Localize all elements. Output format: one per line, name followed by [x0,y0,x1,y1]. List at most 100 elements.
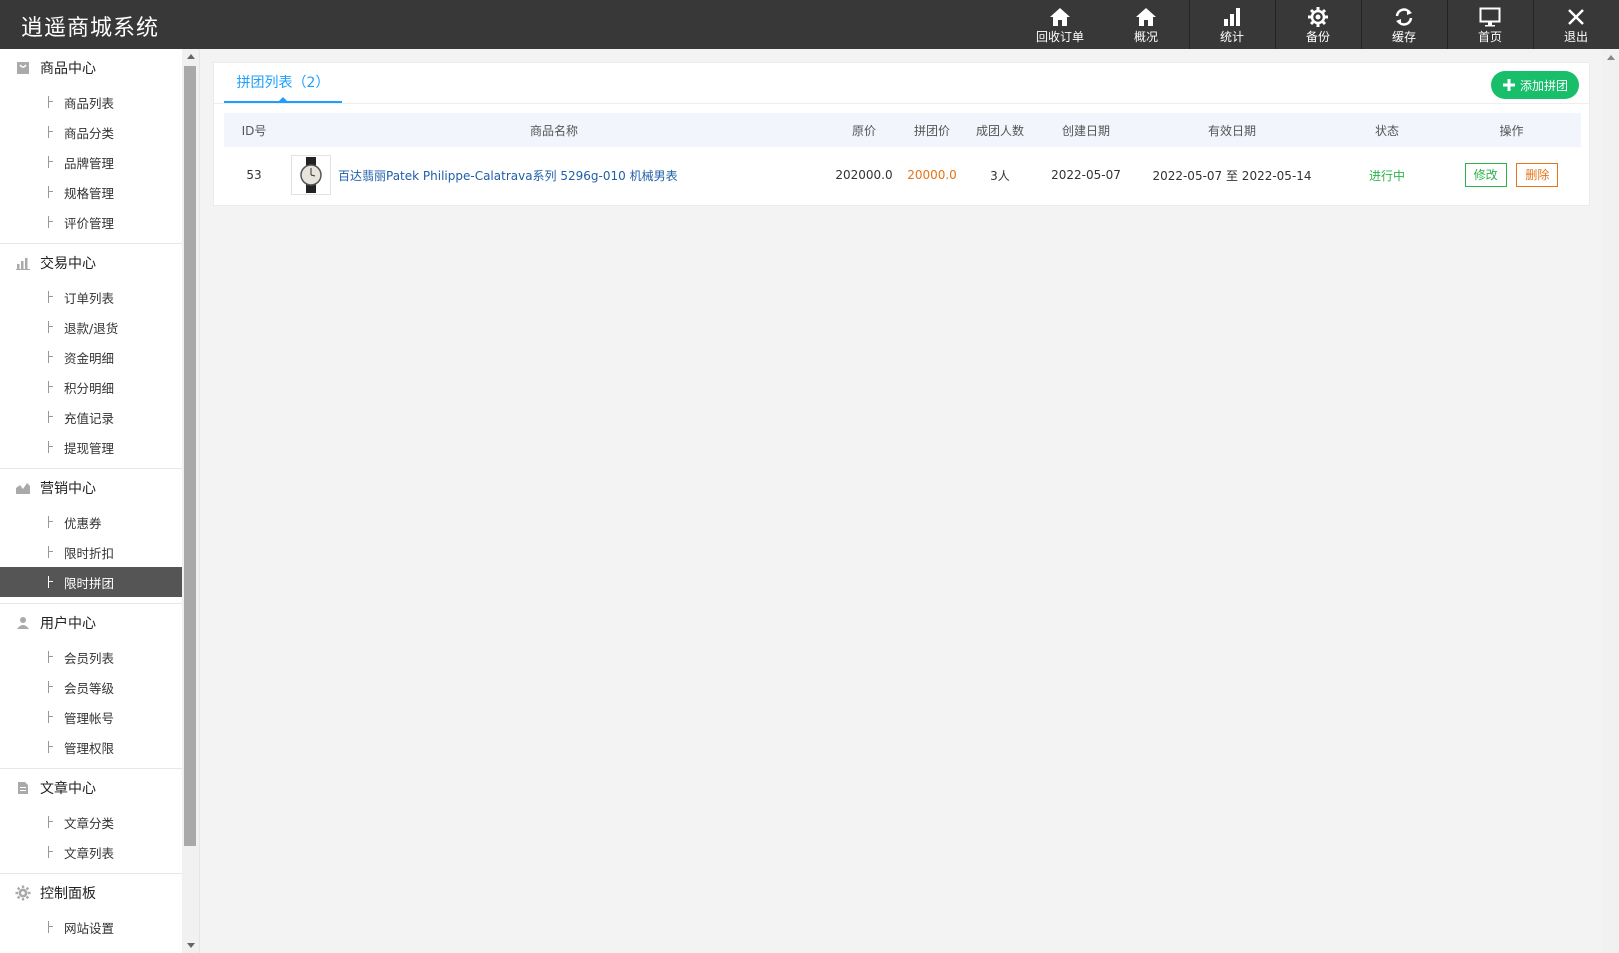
monitor-icon [1477,6,1503,28]
sidebar-item-label: 管理帐号 [64,710,115,726]
group-buy-table: ID号 商品名称 原价 拼团价 成团人数 创建日期 有效日期 状态 操作 53 [224,113,1581,203]
app-title: 逍遥商城系统 [21,16,160,41]
nav-logout[interactable]: 退出 [1533,0,1619,49]
col-created-date: 创建日期 [1061,123,1110,138]
sidebar-group-goods: 商品中心 商品列表 商品分类 品牌管理 规格管理 评价管理 [0,49,182,244]
page-scrollbar[interactable] [1602,49,1619,953]
user-icon [14,614,32,632]
gear-icon [1305,6,1331,28]
home-icon [1047,6,1073,28]
nav-overview[interactable]: 概况 [1103,0,1189,49]
sidebar-item-points[interactable]: 积分明细 [0,372,182,402]
nav-label: 统计 [1219,29,1244,44]
col-group-price: 拼团价 [913,123,950,138]
sidebar-item-admin-accounts[interactable]: 管理帐号 [0,702,182,732]
sidebar-item-article-category[interactable]: 文章分类 [0,807,182,837]
sidebar-item-label: 积分明细 [64,380,115,396]
sidebar-item-label: 商品列表 [64,95,115,111]
sidebar-item-members[interactable]: 会员列表 [0,642,182,672]
sidebar-item-label: 资金明细 [64,350,115,366]
nav-label: 回收订单 [1035,29,1084,44]
sidebar-item-recharge[interactable]: 充值记录 [0,402,182,432]
sidebar-item-goods-category[interactable]: 商品分类 [0,117,182,147]
nav-statistics[interactable]: 统计 [1189,0,1275,49]
sidebar-item-article-list[interactable]: 文章列表 [0,837,182,867]
group-title-text: 控制面板 [40,886,96,902]
group-title-text: 交易中心 [40,256,96,272]
sidebar-item-label: 文章列表 [64,845,115,861]
nav-cache[interactable]: 缓存 [1361,0,1447,49]
sidebar-item-label: 订单列表 [64,290,115,306]
nav-label: 概况 [1133,29,1158,44]
group-title-text: 用户中心 [40,616,96,632]
sidebar-item-coupon[interactable]: 优惠券 [0,507,182,537]
top-header: 逍遥商城系统 回收订单 概况 统计 备份 缓存 首页 退出 [0,0,1619,49]
cell-valid-date: 2022-05-07 至 2022-05-14 [1152,168,1312,183]
group-title-text: 商品中心 [40,61,96,77]
sidebar-item-funds[interactable]: 资金明细 [0,342,182,372]
sidebar-item-label: 限时拼团 [64,575,115,591]
sidebar-item-group-buy[interactable]: 限时拼团 [0,567,182,597]
sidebar-group-users: 用户中心 会员列表 会员等级 管理帐号 管理权限 [0,604,182,769]
add-group-buy-button[interactable]: 添加拼团 [1491,71,1579,99]
sidebar-group-title[interactable]: 控制面板 [0,874,182,912]
sidebar-group-title[interactable]: 文章中心 [0,769,182,807]
sidebar-item-label: 评价管理 [64,215,115,231]
sidebar-item-member-levels[interactable]: 会员等级 [0,672,182,702]
cell-thumbnail [284,147,338,203]
cell-original-price: 202000.0 [835,168,893,182]
sidebar-item-label: 会员列表 [64,650,115,666]
col-status: 状态 [1374,123,1399,138]
sidebar: 商品中心 商品列表 商品分类 品牌管理 规格管理 评价管理 交易中心 订单列表 … [0,49,200,953]
sidebar-item-label: 会员等级 [64,680,115,696]
sidebar-item-label: 商品分类 [64,125,115,141]
close-icon [1563,6,1589,28]
sidebar-item-brand[interactable]: 品牌管理 [0,147,182,177]
main-content: 拼团列表（2） 添加拼团 ID号 商品名称 原价 拼团价 成团人数 创建日期 有… [200,49,1619,953]
sidebar-item-site-settings[interactable]: 网站设置 [0,912,182,942]
nav-recycle-orders[interactable]: 回收订单 [1017,0,1103,49]
sidebar-group-title[interactable]: 用户中心 [0,604,182,642]
gear-icon [14,884,32,902]
scroll-up-arrow-icon[interactable] [187,54,195,59]
sidebar-group-control: 控制面板 网站设置 [0,874,182,948]
scroll-down-arrow-icon[interactable] [187,943,195,948]
sidebar-item-withdraw[interactable]: 提现管理 [0,432,182,462]
sidebar-item-spec[interactable]: 规格管理 [0,177,182,207]
product-thumbnail[interactable] [291,155,331,195]
sidebar-item-review[interactable]: 评价管理 [0,207,182,237]
sidebar-item-orders[interactable]: 订单列表 [0,282,182,312]
sidebar-menu: 商品中心 商品列表 商品分类 品牌管理 规格管理 评价管理 交易中心 订单列表 … [0,49,182,948]
sidebar-item-label: 提现管理 [64,440,115,456]
sidebar-item-label: 网站设置 [64,920,115,936]
group-title-text: 文章中心 [40,781,96,797]
cell-id: 53 [246,168,262,182]
sidebar-group-title[interactable]: 交易中心 [0,244,182,282]
cell-group-price: 20000.0 [907,168,957,182]
cell-product-name[interactable]: 百达翡丽Patek Philippe-Calatrava系列 5296g-010… [338,147,824,203]
group-title-text: 营销中心 [40,481,96,497]
nav-home[interactable]: 首页 [1447,0,1533,49]
sidebar-item-refunds[interactable]: 退款/退货 [0,312,182,342]
group-buy-panel: 拼团列表（2） 添加拼团 ID号 商品名称 原价 拼团价 成团人数 创建日期 有… [213,62,1591,206]
col-actions: 操作 [1499,123,1524,138]
cell-group-size: 3人 [990,168,1010,183]
col-product-name: 商品名称 [529,123,578,138]
nav-backup[interactable]: 备份 [1275,0,1361,49]
edit-button[interactable]: 修改 [1464,163,1507,187]
sidebar-group-title[interactable]: 营销中心 [0,469,182,507]
sidebar-item-flash-discount[interactable]: 限时折扣 [0,537,182,567]
sidebar-scroll-thumb[interactable] [184,66,196,846]
sidebar-group-title[interactable]: 商品中心 [0,49,182,87]
nav-label: 备份 [1305,29,1330,44]
delete-button[interactable]: 删除 [1516,163,1559,187]
area-chart-icon [14,479,32,497]
sidebar-scrollbar[interactable] [182,49,199,953]
scroll-up-arrow-icon[interactable] [1607,55,1615,60]
cell-actions: 修改 删除 [1442,147,1581,203]
sidebar-item-goods-list[interactable]: 商品列表 [0,87,182,117]
sidebar-item-permissions[interactable]: 管理权限 [0,732,182,762]
sidebar-item-label: 文章分类 [64,815,115,831]
tab-group-buy-list[interactable]: 拼团列表（2） [224,63,342,103]
add-button-label: 添加拼团 [1519,78,1568,93]
